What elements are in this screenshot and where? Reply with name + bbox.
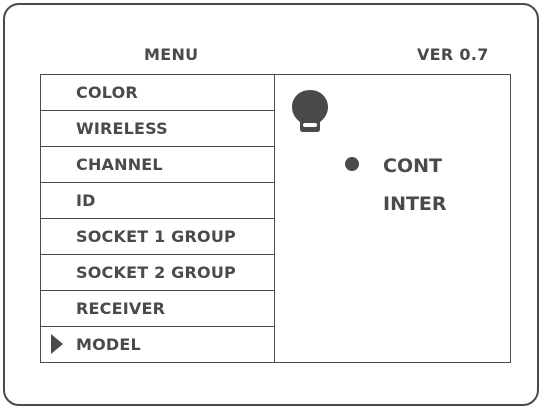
- menu-item-label: MODEL: [76, 335, 141, 354]
- menu-item-wireless[interactable]: WIRELESS: [41, 111, 274, 147]
- menu-item-socket-2-group[interactable]: SOCKET 2 GROUP: [41, 255, 274, 291]
- menu-panel: COLOR WIRELESS CHANNEL ID SOCKET 1 GROUP…: [40, 74, 511, 363]
- device-screen: MENU VER 0.7 COLOR WIRELESS CHANNEL ID S…: [3, 3, 539, 406]
- menu-item-label: COLOR: [76, 83, 138, 102]
- menu-item-label: WIRELESS: [76, 119, 168, 138]
- option-cont[interactable]: CONT: [383, 155, 442, 177]
- menu-item-label: CHANNEL: [76, 155, 163, 174]
- light-bulb-icon: [292, 90, 328, 132]
- option-inter[interactable]: INTER: [383, 193, 447, 215]
- menu-item-label: ID: [76, 191, 96, 210]
- menu-title: MENU: [144, 45, 199, 64]
- model-detail-pane: CONT INTER: [275, 75, 510, 362]
- menu-item-id[interactable]: ID: [41, 183, 274, 219]
- menu-item-label: SOCKET 2 GROUP: [76, 263, 236, 282]
- menu-item-channel[interactable]: CHANNEL: [41, 147, 274, 183]
- menu-list: COLOR WIRELESS CHANNEL ID SOCKET 1 GROUP…: [41, 75, 275, 362]
- menu-item-model[interactable]: MODEL: [41, 327, 274, 362]
- menu-item-label: SOCKET 1 GROUP: [76, 227, 236, 246]
- menu-item-receiver[interactable]: RECEIVER: [41, 291, 274, 327]
- selection-arrow-icon: [51, 334, 63, 354]
- menu-item-socket-1-group[interactable]: SOCKET 1 GROUP: [41, 219, 274, 255]
- version-label: VER 0.7: [417, 45, 489, 64]
- menu-item-color[interactable]: COLOR: [41, 75, 274, 111]
- menu-item-label: RECEIVER: [76, 299, 166, 318]
- selected-option-dot: [345, 157, 359, 171]
